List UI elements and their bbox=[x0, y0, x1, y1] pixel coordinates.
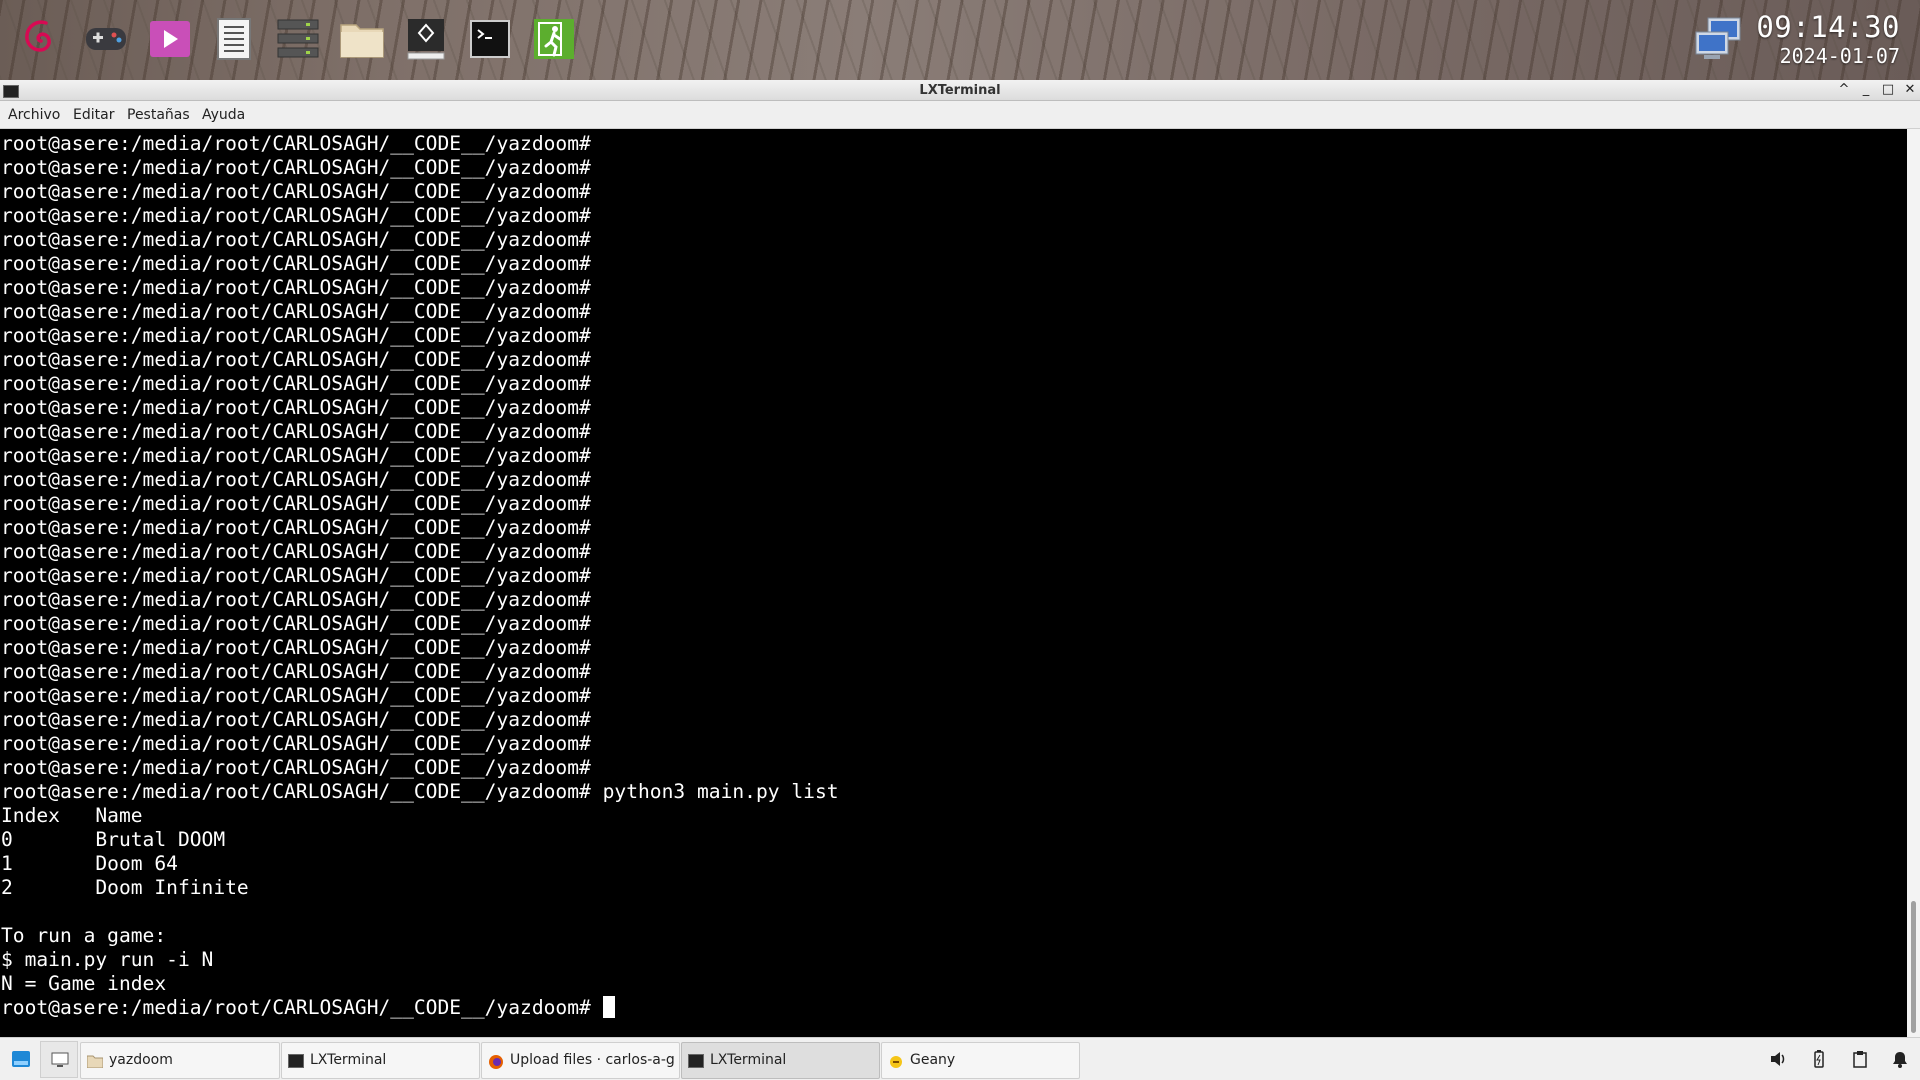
task-label: Upload files · carlos-a-g... bbox=[510, 1052, 676, 1068]
start-menu-icon[interactable] bbox=[12, 1051, 30, 1067]
terminal-line: root@asere:/media/root/CARLOSAGH/__CODE_… bbox=[1, 636, 591, 659]
terminal-line: root@asere:/media/root/CARLOSAGH/__CODE_… bbox=[1, 564, 591, 587]
minimize-button[interactable]: _ bbox=[1858, 82, 1874, 98]
terminal-icon bbox=[288, 1054, 304, 1068]
task-label: LXTerminal bbox=[310, 1052, 387, 1068]
notification-bell-icon[interactable] bbox=[1891, 1050, 1909, 1068]
terminal-line: root@asere:/media/root/CARLOSAGH/__CODE_… bbox=[1, 228, 591, 251]
terminal-cursor bbox=[602, 996, 615, 1018]
terminal-line: root@asere:/media/root/CARLOSAGH/__CODE_… bbox=[1, 372, 591, 395]
firefox-icon bbox=[488, 1054, 504, 1069]
terminal-scrollbar[interactable] bbox=[1907, 129, 1920, 1037]
clock-time[interactable]: 09:14:30 bbox=[1756, 10, 1900, 44]
terminal-line: root@asere:/media/root/CARLOSAGH/__CODE_… bbox=[1, 180, 591, 203]
terminal-line: root@asere:/media/root/CARLOSAGH/__CODE_… bbox=[1, 756, 591, 779]
taskbar-item-lxterminal-active[interactable]: LXTerminal bbox=[681, 1042, 880, 1079]
geany-ide-icon[interactable] bbox=[402, 14, 450, 64]
terminal-line: root@asere:/media/root/CARLOSAGH/__CODE_… bbox=[1, 684, 591, 707]
menu-pestanas[interactable]: Pestañas bbox=[127, 107, 190, 123]
network-computer-icon[interactable] bbox=[1694, 14, 1744, 64]
terminal-line: root@asere:/media/root/CARLOSAGH/__CODE_… bbox=[1, 444, 591, 467]
terminal-line: root@asere:/media/root/CARLOSAGH/__CODE_… bbox=[1, 612, 591, 635]
terminal-line: root@asere:/media/root/CARLOSAGH/__CODE_… bbox=[1, 492, 591, 515]
terminal-line: root@asere:/media/root/CARLOSAGH/__CODE_… bbox=[1, 540, 591, 563]
terminal-line: To run a game: bbox=[1, 924, 167, 947]
terminal-line: root@asere:/media/root/CARLOSAGH/__CODE_… bbox=[1, 780, 839, 803]
menu-ayuda[interactable]: Ayuda bbox=[202, 107, 245, 123]
volume-icon[interactable] bbox=[1769, 1050, 1787, 1068]
taskbar-item-firefox[interactable]: Upload files · carlos-a-g... bbox=[481, 1042, 680, 1079]
terminal-line: N = Game index bbox=[1, 972, 167, 995]
logout-icon[interactable] bbox=[530, 14, 578, 64]
terminal-line: root@asere:/media/root/CARLOSAGH/__CODE_… bbox=[1, 588, 591, 611]
geany-icon bbox=[888, 1054, 904, 1068]
taskbar-item-yazdoom[interactable]: yazdoom bbox=[80, 1042, 280, 1079]
show-desktop-icon bbox=[51, 1052, 69, 1072]
terminal-line: root@asere:/media/root/CARLOSAGH/__CODE_… bbox=[1, 660, 591, 683]
terminal-line: 1 Doom 64 bbox=[1, 852, 178, 875]
terminal-line: $ main.py run -i N bbox=[1, 948, 214, 971]
taskbar-item-geany[interactable]: Geany bbox=[881, 1042, 1080, 1079]
terminal-line: 0 Brutal DOOM bbox=[1, 828, 226, 851]
menu-editar[interactable]: Editar bbox=[73, 107, 114, 123]
task-label: Geany bbox=[910, 1052, 956, 1068]
terminal-line: root@asere:/media/root/CARLOSAGH/__CODE_… bbox=[1, 204, 591, 227]
terminal-icon bbox=[688, 1054, 704, 1068]
terminal-line: root@asere:/media/root/CARLOSAGH/__CODE_… bbox=[1, 252, 591, 275]
taskbar-item-lxterminal[interactable]: LXTerminal bbox=[281, 1042, 480, 1079]
debian-menu-icon[interactable] bbox=[18, 14, 66, 64]
text-editor-icon[interactable] bbox=[210, 14, 258, 64]
task-label: LXTerminal bbox=[710, 1052, 787, 1068]
window-titlebar[interactable]: LXTerminal ^ _ □ ✕ bbox=[0, 80, 1920, 101]
terminal-lines: root@asere:/media/root/CARLOSAGH/__CODE_… bbox=[1, 132, 839, 1020]
task-label: yazdoom bbox=[109, 1052, 173, 1068]
terminal-output[interactable]: root@asere:/media/root/CARLOSAGH/__CODE_… bbox=[0, 129, 1907, 1037]
gamepad-icon[interactable] bbox=[82, 14, 130, 64]
file-manager-icon[interactable] bbox=[338, 14, 386, 64]
battery-icon[interactable] bbox=[1810, 1050, 1828, 1068]
close-button[interactable]: ✕ bbox=[1902, 82, 1918, 98]
terminal-prompt-line[interactable]: root@asere:/media/root/CARLOSAGH/__CODE_… bbox=[1, 996, 839, 1020]
clock-date[interactable]: 2024-01-07 bbox=[1780, 44, 1900, 68]
terminal-line: root@asere:/media/root/CARLOSAGH/__CODE_… bbox=[1, 276, 591, 299]
terminal-line: root@asere:/media/root/CARLOSAGH/__CODE_… bbox=[1, 300, 591, 323]
terminal-prompt: root@asere:/media/root/CARLOSAGH/__CODE_… bbox=[1, 996, 603, 1019]
window-shade-button[interactable]: ^ bbox=[1836, 82, 1852, 98]
taskbar: yazdoom LXTerminal Upload files · carlos… bbox=[0, 1037, 1920, 1080]
task-manager-icon[interactable] bbox=[274, 14, 322, 64]
terminal-line: root@asere:/media/root/CARLOSAGH/__CODE_… bbox=[1, 420, 591, 443]
terminal-line: root@asere:/media/root/CARLOSAGH/__CODE_… bbox=[1, 468, 591, 491]
clipboard-icon[interactable] bbox=[1851, 1050, 1869, 1068]
terminal-line: root@asere:/media/root/CARLOSAGH/__CODE_… bbox=[1, 132, 591, 155]
terminal-line: root@asere:/media/root/CARLOSAGH/__CODE_… bbox=[1, 516, 591, 539]
terminal-line: root@asere:/media/root/CARLOSAGH/__CODE_… bbox=[1, 324, 591, 347]
terminal-line: root@asere:/media/root/CARLOSAGH/__CODE_… bbox=[1, 156, 591, 179]
window-title: LXTerminal bbox=[919, 83, 1001, 98]
terminal-icon[interactable] bbox=[466, 14, 514, 64]
terminal-line: root@asere:/media/root/CARLOSAGH/__CODE_… bbox=[1, 348, 591, 371]
terminal-line: root@asere:/media/root/CARLOSAGH/__CODE_… bbox=[1, 732, 591, 755]
menubar: Archivo Editar Pestañas Ayuda bbox=[0, 101, 1920, 129]
top-panel: 09:14:30 2024-01-07 bbox=[0, 0, 1920, 80]
menu-archivo[interactable]: Archivo bbox=[8, 107, 60, 123]
terminal-line: 2 Doom Infinite bbox=[1, 876, 249, 899]
media-player-icon[interactable] bbox=[146, 14, 194, 64]
terminal-line: root@asere:/media/root/CARLOSAGH/__CODE_… bbox=[1, 396, 591, 419]
maximize-button[interactable]: □ bbox=[1880, 82, 1896, 98]
terminal-line: root@asere:/media/root/CARLOSAGH/__CODE_… bbox=[1, 708, 591, 731]
show-desktop-button[interactable] bbox=[40, 1041, 78, 1078]
scrollbar-thumb[interactable] bbox=[1911, 901, 1916, 1033]
terminal-line: Index Name bbox=[1, 804, 143, 827]
folder-icon bbox=[86, 1054, 104, 1069]
